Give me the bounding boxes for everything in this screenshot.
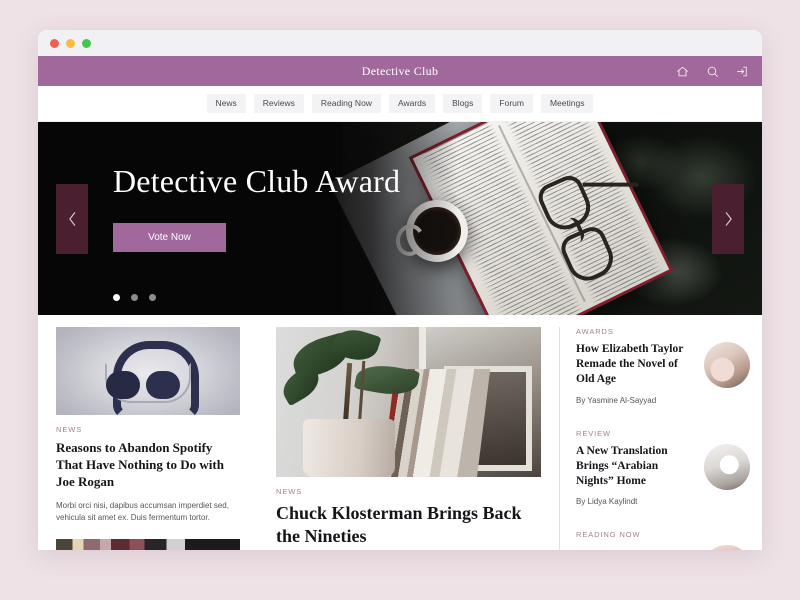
site-brand[interactable]: Detective Club	[362, 64, 439, 79]
sidebar-1-byline: By Yasmine Al-Sayyad	[576, 395, 657, 405]
sidebar-article-2[interactable]: REVIEW A New Translation Brings “Arabian…	[576, 429, 750, 521]
site-header: Detective Club	[38, 56, 762, 86]
search-icon[interactable]	[706, 65, 719, 78]
left-card-excerpt: Morbi orci nisi, dapibus accumsan imperd…	[56, 500, 229, 523]
carousel-dot-3[interactable]	[149, 294, 156, 301]
maximize-window-button[interactable]	[82, 38, 91, 48]
login-icon[interactable]	[736, 65, 749, 78]
sidebar-column: AWARDS How Elizabeth Taylor Remade the N…	[560, 327, 762, 550]
sidebar-article-1[interactable]: AWARDS How Elizabeth Taylor Remade the N…	[576, 327, 750, 419]
left-card-title[interactable]: Reasons to Abandon Spotify That Have Not…	[56, 440, 240, 491]
left-card-thumbnail	[56, 327, 240, 415]
center-card-title[interactable]: Chuck Klosterman Brings Back the Ninetie…	[276, 502, 541, 548]
carousel-next-button[interactable]	[712, 183, 744, 254]
chevron-right-icon	[725, 211, 732, 226]
chevron-left-icon	[68, 211, 75, 226]
minimize-window-button[interactable]	[66, 38, 75, 48]
left-column: NEWS Reasons to Abandon Spotify That Hav…	[38, 327, 258, 550]
sidebar-2-thumbnail	[704, 443, 750, 490]
article-grid: NEWS Reasons to Abandon Spotify That Hav…	[38, 315, 762, 550]
nav-item-reading-now[interactable]: Reading Now	[311, 94, 381, 113]
carousel-prev-button[interactable]	[56, 183, 88, 254]
header-icon-group	[676, 56, 749, 86]
nav-item-blogs[interactable]: Blogs	[443, 94, 483, 113]
article-card-center[interactable]: NEWS Chuck Klosterman Brings Back the Ni…	[276, 327, 541, 548]
nav-item-awards[interactable]: Awards	[388, 94, 436, 113]
hero-content: Detective Club Award Vote Now	[113, 162, 401, 253]
vote-now-button[interactable]: Vote Now	[113, 223, 226, 253]
nav-item-meetings[interactable]: Meetings	[540, 94, 594, 113]
nav-item-news[interactable]: News	[206, 94, 246, 113]
left-column-next-thumbnail	[56, 539, 240, 550]
sidebar-3-thumbnail	[704, 545, 750, 550]
sidebar-3-kicker: READING NOW	[576, 530, 641, 540]
home-icon[interactable]	[676, 65, 689, 78]
hero-carousel: Detective Club Award Vote Now	[38, 122, 762, 315]
center-column: NEWS Chuck Klosterman Brings Back the Ni…	[258, 327, 560, 550]
article-card-left[interactable]: NEWS Reasons to Abandon Spotify That Hav…	[56, 327, 240, 550]
carousel-dot-1[interactable]	[113, 294, 120, 301]
sidebar-1-kicker: AWARDS	[576, 327, 614, 336]
sidebar-1-title[interactable]: How Elizabeth Taylor Remade the Novel of…	[576, 342, 694, 388]
sidebar-1-thumbnail	[704, 342, 750, 388]
sidebar-2-title[interactable]: A New Translation Brings “Arabian Nights…	[576, 444, 694, 490]
sidebar-article-3[interactable]: READING NOW	[576, 530, 750, 550]
close-window-button[interactable]	[50, 38, 59, 48]
nav-item-forum[interactable]: Forum	[490, 94, 533, 113]
nav-item-reviews[interactable]: Reviews	[253, 94, 304, 113]
sidebar-2-byline: By Lidya Kaylindt	[576, 497, 638, 507]
center-card-thumbnail	[276, 327, 541, 477]
center-card-kicker: NEWS	[276, 487, 303, 496]
sidebar-2-kicker: REVIEW	[576, 428, 611, 438]
carousel-dot-2[interactable]	[131, 294, 138, 301]
window-titlebar	[38, 30, 762, 56]
hero-image	[329, 122, 762, 315]
primary-navigation: News Reviews Reading Now Awards Blogs Fo…	[38, 86, 762, 122]
browser-window: Detective Club News Reviews Reading Now	[38, 30, 762, 550]
left-card-kicker: NEWS	[56, 425, 83, 434]
carousel-dots	[113, 294, 156, 301]
hero-title: Detective Club Award	[113, 163, 401, 199]
